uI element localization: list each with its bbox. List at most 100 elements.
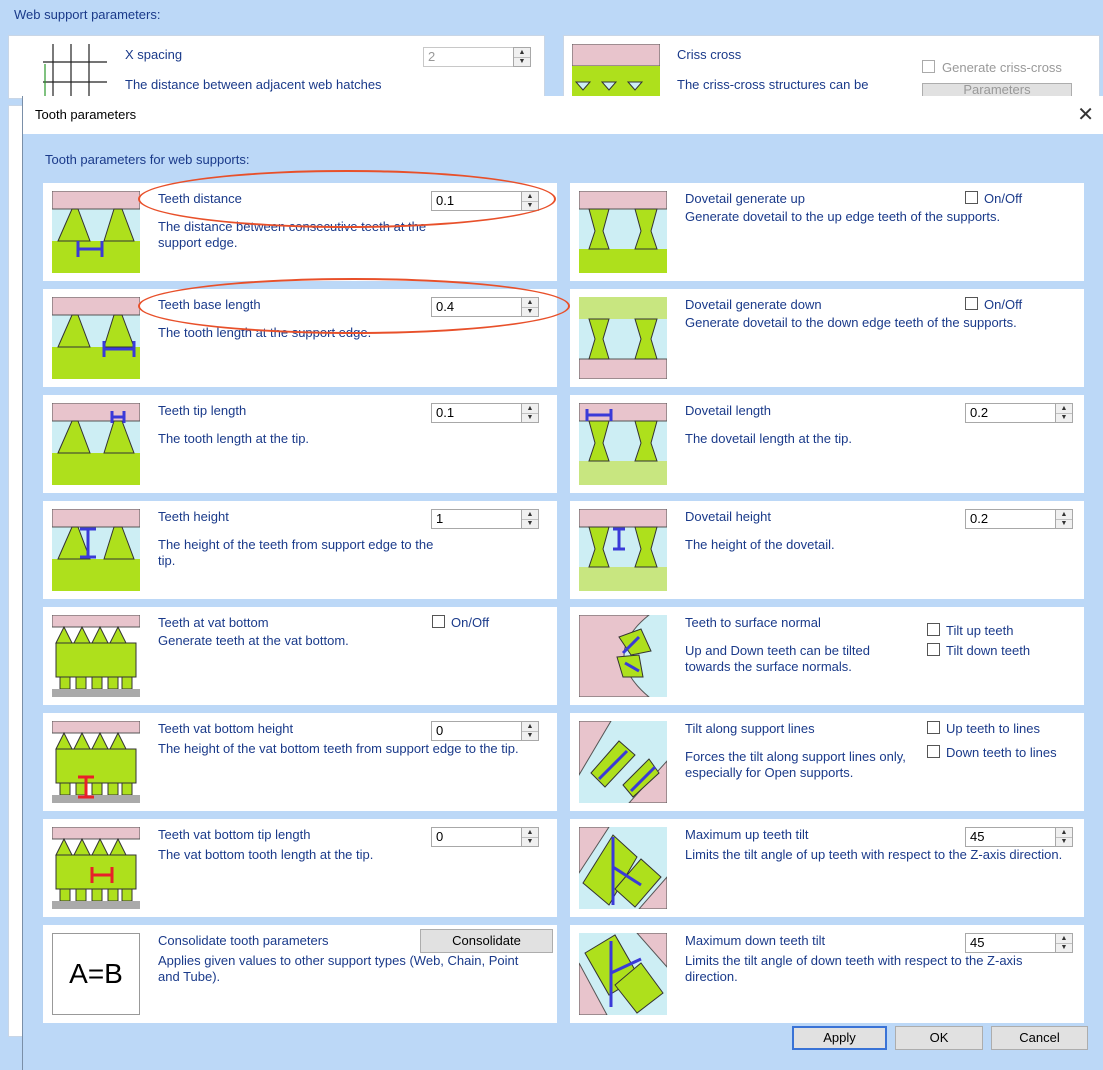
dovetail-length-icon [579, 403, 667, 485]
teeth-vat-bottom-tip-length-title: Teeth vat bottom tip length [158, 827, 311, 842]
teeth-tip-length-title: Teeth tip length [158, 403, 247, 418]
checkbox-box[interactable] [927, 623, 940, 636]
teeth-vat-bottom-tip-length-spinner[interactable]: 0 ▲ ▼ [431, 827, 539, 847]
dialog-titlebar: Tooth parameters ✕ [23, 96, 1103, 134]
teeth-distance-card: Teeth distance The distance between cons… [43, 183, 557, 281]
dovetail-generate-up-title: Dovetail generate up [685, 191, 805, 206]
dovetail-length-desc: The dovetail length at the tip. [685, 431, 852, 446]
teeth-height-icon [52, 509, 140, 591]
checkbox-box[interactable] [965, 297, 978, 310]
toggle-label: On/Off [984, 297, 1023, 312]
ok-button[interactable]: OK [895, 1026, 983, 1050]
checkbox-label: Up teeth to lines [946, 721, 1040, 736]
teeth-base-length-card: Teeth base length The tooth length at th… [43, 289, 557, 387]
dovetail-length-title: Dovetail length [685, 403, 771, 418]
bg-criss-cross-card: Criss cross The criss-cross structures c… [563, 35, 1100, 99]
teeth-distance-value: 0.1 [436, 193, 455, 208]
teeth-vat-bottom-tip-length-spin-buttons[interactable]: ▲ ▼ [521, 827, 539, 847]
teeth-vat-bottom-tip-length-card: Teeth vat bottom tip length The vat bott… [43, 819, 557, 917]
checkbox-box[interactable] [927, 721, 940, 734]
teeth-vat-bottom-height-value: 0 [436, 723, 444, 738]
teeth-base-length-value: 0.4 [436, 299, 455, 314]
dialog-title: Tooth parameters [35, 107, 137, 122]
teeth-vat-bottom-height-spin-buttons[interactable]: ▲ ▼ [521, 721, 539, 741]
bg-criss-cross-title: Criss cross [677, 47, 742, 62]
dovetail-height-card: Dovetail height The height of the doveta… [570, 501, 1084, 599]
dovetail-generate-down-toggle[interactable]: On/Off [965, 297, 1022, 312]
maximum-up-teeth-tilt-spin-buttons[interactable]: ▲ ▼ [1055, 827, 1073, 847]
dovetail-down-icon [579, 297, 667, 379]
teeth-vat-bottom-height-card: Teeth vat bottom height The height of th… [43, 713, 557, 811]
checkbox-box[interactable] [965, 191, 978, 204]
dovetail-height-spinner[interactable]: 0.2 ▲ ▼ [965, 509, 1073, 529]
apply-button[interactable]: Apply [792, 1026, 887, 1050]
x-spacing-spin-buttons[interactable]: ▲ ▼ [513, 47, 531, 67]
criss-cross-parameters-button[interactable]: Parameters [922, 83, 1072, 97]
teeth-vat-bottom-tip-length-desc: The vat bottom tooth length at the tip. [158, 847, 374, 862]
dovetail-length-spin-buttons[interactable]: ▲ ▼ [1055, 403, 1073, 423]
dovetail-height-icon [579, 509, 667, 591]
tilt-down-teeth-checkbox[interactable]: Tilt down teeth [927, 641, 1030, 661]
dovetail-generate-down-desc: Generate dovetail to the down edge teeth… [685, 315, 1017, 330]
teeth-vat-bottom-tip-length-value: 0 [436, 829, 444, 844]
teeth-base-length-spin-buttons[interactable]: ▲ ▼ [521, 297, 539, 317]
maximum-down-teeth-tilt-value: 45 [970, 935, 985, 950]
teeth-base-length-desc: The tooth length at the support edge. [158, 325, 372, 340]
dovetail-generate-up-toggle[interactable]: On/Off [965, 191, 1022, 206]
teeth-at-vat-bottom-title: Teeth at vat bottom [158, 615, 269, 630]
dovetail-height-value: 0.2 [970, 511, 989, 526]
teeth-height-spin-buttons[interactable]: ▲ ▼ [521, 509, 539, 529]
maximum-down-teeth-tilt-desc: Limits the tilt angle of down teeth with… [685, 953, 1023, 984]
checkbox-box[interactable] [927, 643, 940, 656]
up-teeth-to-lines-checkbox[interactable]: Up teeth to lines [927, 719, 1057, 739]
checkbox-box[interactable] [927, 745, 940, 758]
cancel-button[interactable]: Cancel [991, 1026, 1088, 1050]
maximum-down-teeth-tilt-card: Maximum down teeth tilt Limits the tilt … [570, 925, 1084, 1023]
teeth-height-spinner[interactable]: 1 ▲ ▼ [431, 509, 539, 529]
tilt-along-support-lines-desc: Forces the tilt along support lines only… [685, 749, 906, 780]
section-label: Tooth parameters for web supports: [45, 152, 250, 167]
teeth-base-length-spinner[interactable]: 0.4 ▲ ▼ [431, 297, 539, 317]
dovetail-generate-down-card: Dovetail generate down Generate dovetail… [570, 289, 1084, 387]
down-teeth-to-lines-checkbox[interactable]: Down teeth to lines [927, 743, 1057, 763]
vat-bottom-height-icon [52, 721, 140, 803]
dovetail-length-spinner[interactable]: 0.2 ▲ ▼ [965, 403, 1073, 423]
checkbox-label: Down teeth to lines [946, 745, 1057, 760]
checkbox-box[interactable] [922, 60, 935, 73]
teeth-at-vat-bottom-desc: Generate teeth at the vat bottom. [158, 633, 349, 648]
background-section-title: Web support parameters: [14, 7, 161, 22]
generate-criss-cross-checkbox[interactable]: Generate criss-cross [922, 60, 1062, 75]
maximum-down-teeth-tilt-spin-buttons[interactable]: ▲ ▼ [1055, 933, 1073, 953]
x-spacing-spinner[interactable]: 2 ▲ ▼ [423, 47, 531, 67]
consolidate-icon: A=B [52, 933, 140, 1015]
consolidate-title: Consolidate tooth parameters [158, 933, 329, 948]
teeth-distance-spinner[interactable]: 0.1 ▲ ▼ [431, 191, 539, 211]
teeth-distance-spin-buttons[interactable]: ▲ ▼ [521, 191, 539, 211]
maximum-up-teeth-tilt-card: Maximum up teeth tilt Limits the tilt an… [570, 819, 1084, 917]
checkbox-label: Tilt up teeth [946, 623, 1014, 638]
dovetail-height-spin-buttons[interactable]: ▲ ▼ [1055, 509, 1073, 529]
teeth-at-vat-bottom-toggle[interactable]: On/Off [432, 615, 489, 630]
teeth-tip-length-card: Teeth tip length The tooth length at the… [43, 395, 557, 493]
consolidate-button[interactable]: Consolidate [420, 929, 553, 953]
teeth-height-desc: The height of the teeth from support edg… [158, 537, 434, 568]
dovetail-generate-up-card: Dovetail generate up Generate dovetail t… [570, 183, 1084, 281]
tooth-parameters-dialog: Tooth parameters ✕ Tooth parameters for … [22, 96, 1103, 1070]
grid-icon [43, 44, 107, 98]
checkbox-label: Generate criss-cross [942, 60, 1062, 75]
maximum-down-teeth-tilt-spinner[interactable]: 45 ▲ ▼ [965, 933, 1073, 953]
teeth-tip-length-icon [52, 403, 140, 485]
teeth-tip-length-spinner[interactable]: 0.1 ▲ ▼ [431, 403, 539, 423]
bg-x-spacing-title: X spacing [125, 47, 183, 62]
teeth-distance-desc: The distance between consecutive teeth a… [158, 219, 427, 250]
teeth-tip-length-spin-buttons[interactable]: ▲ ▼ [521, 403, 539, 423]
teeth-at-vat-bottom-card: Teeth at vat bottom Generate teeth at th… [43, 607, 557, 705]
tilt-up-teeth-checkbox[interactable]: Tilt up teeth [927, 621, 1030, 641]
tilt-lines-icon [579, 721, 667, 803]
close-icon[interactable]: ✕ [1077, 102, 1094, 127]
teeth-height-value: 1 [436, 511, 444, 526]
teeth-vat-bottom-height-spinner[interactable]: 0 ▲ ▼ [431, 721, 539, 741]
bg-x-spacing-card: X spacing The distance between adjacent … [8, 35, 545, 99]
checkbox-box[interactable] [432, 615, 445, 628]
maximum-up-teeth-tilt-spinner[interactable]: 45 ▲ ▼ [965, 827, 1073, 847]
